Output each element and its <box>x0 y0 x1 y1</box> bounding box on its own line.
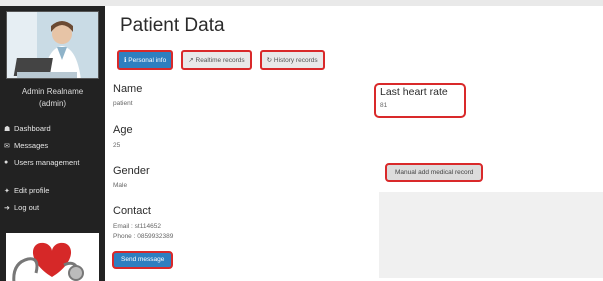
logout-icon: ➜ <box>4 204 10 212</box>
send-message-button[interactable]: Send message <box>112 251 174 269</box>
age-label: Age <box>113 124 133 136</box>
admin-name: Admin Realname (admin) <box>0 86 105 110</box>
sidebar-item-label: Log out <box>14 203 40 212</box>
medical-record-panel <box>379 192 603 278</box>
sidebar-item-edit-profile[interactable]: ✦ Edit profile <box>0 182 105 199</box>
nav-divider <box>0 171 105 182</box>
tab-label: Realtime records <box>195 57 245 64</box>
sidebar: Admin Realname (admin) ☗ Dashboard ✉ Mes… <box>0 6 105 281</box>
manual-add-record-button[interactable]: Manual add medical record <box>385 163 484 182</box>
tab-realtime-records[interactable]: ↗ Realtime records <box>181 50 252 70</box>
page-title: Patient Data <box>120 15 225 36</box>
wrench-icon: ✦ <box>4 187 10 195</box>
age-value: 25 <box>113 142 121 149</box>
tab-bar: ℹ Personal info ↗ Realtime records ↻ His… <box>117 50 325 70</box>
history-icon: ↻ <box>266 57 274 64</box>
gender-label: Gender <box>113 165 150 177</box>
last-heart-rate: Last heart rate 81 <box>374 83 466 118</box>
admin-realname: Admin Realname <box>21 87 84 96</box>
main-content: Patient Data ℹ Personal info ↗ Realtime … <box>105 6 603 281</box>
sidebar-item-dashboard[interactable]: ☗ Dashboard <box>0 120 105 137</box>
home-icon: ☗ <box>4 125 11 133</box>
admin-username: (admin) <box>38 99 67 108</box>
heart-icon <box>6 233 99 281</box>
heart-stethoscope-image <box>6 233 99 281</box>
sidebar-item-label: Edit profile <box>14 186 50 195</box>
last-heart-rate-label: Last heart rate <box>380 86 448 98</box>
email-value: Email : st114652 <box>113 223 161 230</box>
sidebar-item-label: Users management <box>14 158 80 167</box>
phone-value: Phone : 0859932389 <box>113 233 174 240</box>
personal-info-panel <box>117 76 379 276</box>
doctor-photo-icon <box>7 12 98 78</box>
sidebar-item-messages[interactable]: ✉ Messages <box>0 137 105 154</box>
sidebar-nav: ☗ Dashboard ✉ Messages ● Users managemen… <box>0 120 105 216</box>
tab-label: History records <box>273 57 318 64</box>
chart-icon: ↗ <box>188 57 196 64</box>
last-heart-rate-value: 81 <box>380 102 388 109</box>
users-icon: ● <box>4 159 9 166</box>
tab-personal-info[interactable]: ℹ Personal info <box>117 50 174 70</box>
avatar <box>6 11 99 79</box>
tab-label: Personal info <box>128 57 167 64</box>
gender-value: Male <box>113 182 128 189</box>
tab-history-records[interactable]: ↻ History records <box>259 50 325 70</box>
sidebar-item-label: Messages <box>14 141 49 150</box>
contact-label: Contact <box>113 205 151 217</box>
sidebar-item-users-management[interactable]: ● Users management <box>0 154 105 171</box>
envelope-icon: ✉ <box>4 142 10 150</box>
name-value: patient <box>113 100 133 107</box>
sidebar-item-log-out[interactable]: ➜ Log out <box>0 199 105 216</box>
sidebar-item-label: Dashboard <box>14 124 51 133</box>
name-label: Name <box>113 83 143 95</box>
